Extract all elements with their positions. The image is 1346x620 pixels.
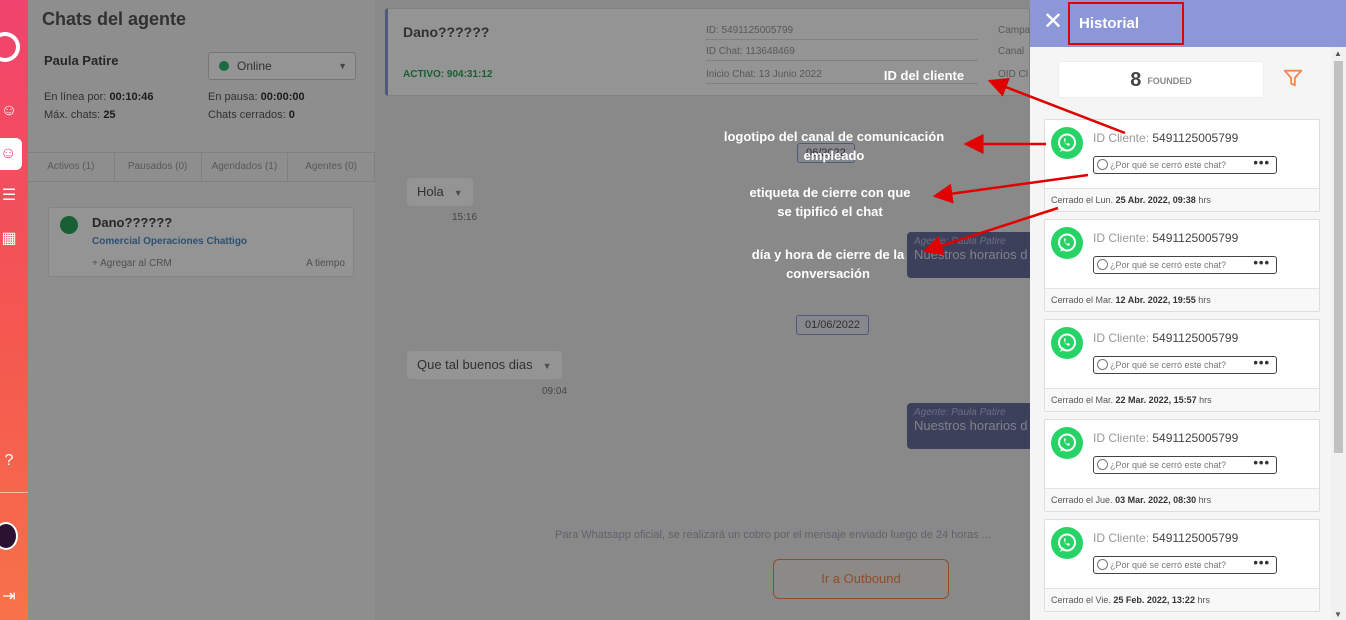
results-count-label: FOUNDED [1147, 75, 1192, 86]
historial-header: ✕ Historial [1030, 0, 1346, 47]
historial-title: Historial [1068, 2, 1184, 45]
more-icon: ••• [1253, 455, 1270, 470]
history-card[interactable]: ID Cliente: 5491125005799 ¿Por qué se ce… [1044, 319, 1320, 412]
scroll-up-icon[interactable]: ▲ [1334, 49, 1342, 58]
scroll-down-icon[interactable]: ▼ [1334, 610, 1342, 619]
annotation-tag: etiqueta de cierre con que se tipificó el… [749, 185, 911, 219]
smile-icon[interactable]: ☺ [0, 102, 18, 120]
results-count-number: 8 [1130, 69, 1142, 91]
history-card[interactable]: ID Cliente: 5491125005799 ¿Por qué se ce… [1044, 119, 1320, 212]
history-scrollbar[interactable]: ▲ ▼ [1331, 47, 1346, 620]
list-icon[interactable]: ☰ [0, 187, 18, 205]
closing-tag-select[interactable]: ¿Por qué se cerró este chat? ••• [1093, 555, 1277, 574]
more-icon: ••• [1253, 555, 1270, 570]
closing-tag-select[interactable]: ¿Por qué se cerró este chat? ••• [1093, 155, 1277, 174]
closing-tag-select[interactable]: ¿Por qué se cerró este chat? ••• [1093, 255, 1277, 274]
client-id: ID Cliente: 5491125005799 [1093, 331, 1239, 345]
dashboard-icon[interactable]: ▦ [0, 230, 18, 248]
client-id: ID Cliente: 5491125005799 [1093, 531, 1239, 545]
scroll-thumb[interactable] [1334, 61, 1343, 453]
tag-icon [1097, 359, 1108, 370]
nav-divider [0, 492, 28, 493]
nav-chats-active[interactable]: ☺ [0, 138, 22, 170]
whatsapp-icon [1051, 527, 1083, 559]
closed-date: Cerrado el Lun. 25 Abr. 2022, 09:38 hrs [1045, 188, 1319, 211]
modal-backdrop[interactable] [28, 0, 1030, 620]
tag-icon [1097, 259, 1108, 270]
whatsapp-icon [1051, 327, 1083, 359]
annotation-logo: logotipo del canal de comunicación emplea… [723, 129, 945, 163]
client-id: ID Cliente: 5491125005799 [1093, 231, 1239, 245]
chat-smile-icon: ☺ [0, 145, 17, 162]
history-card[interactable]: ID Cliente: 5491125005799 ¿Por qué se ce… [1044, 219, 1320, 312]
history-card[interactable]: ID Cliente: 5491125005799 ¿Por qué se ce… [1044, 419, 1320, 512]
more-icon: ••• [1253, 255, 1270, 270]
brand-logo-icon [0, 32, 20, 62]
results-count: 8 FOUNDED [1058, 61, 1264, 98]
filter-icon[interactable] [1282, 67, 1304, 89]
avatar[interactable] [0, 522, 18, 550]
tag-icon [1097, 159, 1108, 170]
closed-date: Cerrado el Mar. 22 Mar. 2022, 15:57 hrs [1045, 388, 1319, 411]
closed-date: Cerrado el Jue. 03 Mar. 2022, 08:30 hrs [1045, 488, 1319, 511]
closed-date: Cerrado el Vie. 25 Feb. 2022, 13:22 hrs [1045, 588, 1319, 611]
closing-tag-select[interactable]: ¿Por qué se cerró este chat? ••• [1093, 455, 1277, 474]
tag-icon [1097, 559, 1108, 570]
logout-icon[interactable]: ⇥ [0, 588, 18, 606]
left-nav: ☺ ☺ ☰ ▦ ? ⇥ [0, 0, 28, 620]
whatsapp-icon [1051, 127, 1083, 159]
client-id: ID Cliente: 5491125005799 [1093, 431, 1239, 445]
more-icon: ••• [1253, 355, 1270, 370]
historial-panel: ✕ Historial 8 FOUNDED ID Cliente: 5491125… [1030, 0, 1346, 620]
history-card[interactable]: ID Cliente: 5491125005799 ¿Por qué se ce… [1044, 519, 1320, 612]
whatsapp-icon [1051, 427, 1083, 459]
close-icon[interactable]: ✕ [1042, 10, 1064, 34]
client-id: ID Cliente: 5491125005799 [1093, 131, 1239, 145]
help-icon[interactable]: ? [0, 452, 18, 470]
closed-date: Cerrado el Mar. 12 Abr. 2022, 19:55 hrs [1045, 288, 1319, 311]
annotation-date: día y hora de cierre de la conversación [751, 247, 905, 281]
annotation-id-cliente: ID del cliente [883, 68, 965, 83]
whatsapp-icon [1051, 227, 1083, 259]
more-icon: ••• [1253, 155, 1270, 170]
tag-icon [1097, 459, 1108, 470]
closing-tag-select[interactable]: ¿Por qué se cerró este chat? ••• [1093, 355, 1277, 374]
app-root: ☺ ☺ ☰ ▦ ? ⇥ Chats del agente Paula Patir… [0, 0, 1346, 620]
